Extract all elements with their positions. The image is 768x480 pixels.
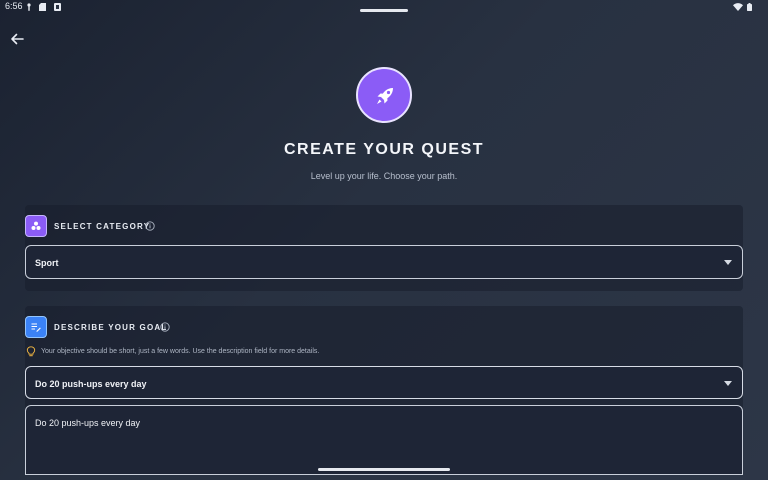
top-handle xyxy=(360,9,408,12)
goal-label: DESCRIBE YOUR GOAL xyxy=(54,323,168,332)
category-select[interactable]: Sport xyxy=(25,245,743,279)
wifi-icon xyxy=(733,3,743,11)
goal-info-icon[interactable] xyxy=(160,322,170,332)
quest-badge xyxy=(356,67,412,123)
status-time: 6:56 xyxy=(5,1,23,11)
back-arrow-icon[interactable] xyxy=(8,30,26,48)
category-section-badge xyxy=(25,215,47,237)
chevron-down-icon xyxy=(724,260,732,265)
goal-hint-text: Your objective should be short, just a f… xyxy=(41,348,320,355)
goal-selected-value: Do 20 push-ups every day xyxy=(35,379,147,389)
page-subtitle: Level up your life. Choose your path. xyxy=(310,171,458,181)
lightbulb-icon xyxy=(26,346,36,357)
goal-select[interactable]: Do 20 push-ups every day xyxy=(25,366,743,399)
goal-section-badge xyxy=(25,316,47,338)
battery-icon xyxy=(747,3,752,11)
edit-notes-icon xyxy=(31,323,41,332)
page-title: CREATE YOUR QUEST xyxy=(283,141,485,158)
home-gesture-bar[interactable] xyxy=(318,468,450,471)
sd-card-icon xyxy=(39,3,46,11)
category-selected-value: Sport xyxy=(35,258,59,268)
category-info-icon[interactable] xyxy=(145,221,155,231)
tap-icon xyxy=(27,3,31,11)
rocket-icon xyxy=(377,88,393,104)
category-shapes-icon xyxy=(31,221,41,230)
goal-description-text: Do 20 push-ups every day xyxy=(35,418,141,428)
chevron-down-icon xyxy=(724,381,732,386)
goal-description-input[interactable]: Do 20 push-ups every day xyxy=(25,405,743,475)
notification-icon xyxy=(54,3,61,11)
category-label: SELECT CATEGORY xyxy=(54,222,151,231)
